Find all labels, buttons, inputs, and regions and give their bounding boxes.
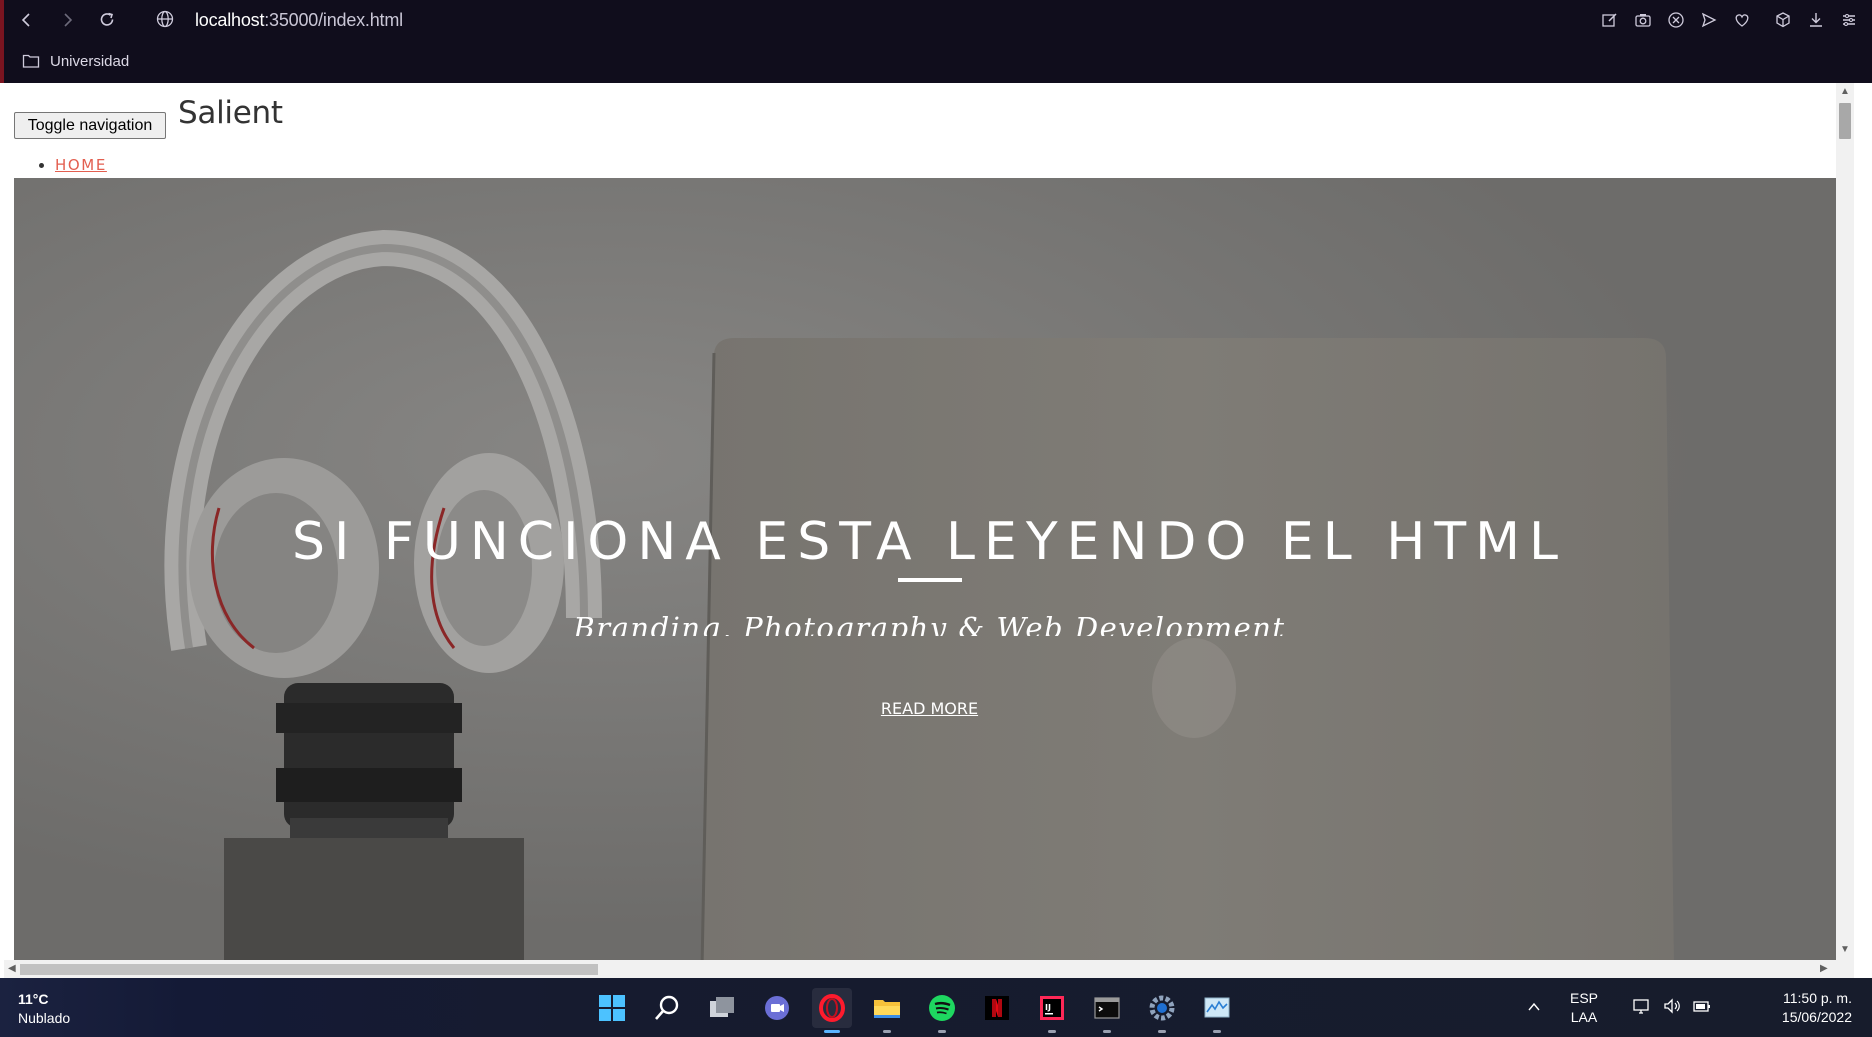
battery-icon[interactable] [1692,996,1712,1016]
nav-item-home: HOME [39,153,107,178]
scroll-right-icon[interactable]: ▶ [1820,964,1830,974]
download-icon[interactable] [1804,8,1827,32]
address-bar[interactable]: localhost:35000/index.html [195,8,403,32]
reload-icon[interactable] [95,8,119,32]
vertical-scrollbar[interactable]: ▲ ▼ [1836,83,1854,978]
folder-icon [22,54,40,68]
horizontal-scroll-thumb[interactable] [20,964,598,975]
nav-link-home[interactable]: HOME [55,156,107,174]
read-more-wrap: READ MORE [14,699,1845,719]
hero-subtitle-clip: Branding, Photography & Web Development [14,606,1845,636]
globe-icon [156,10,174,28]
language-indicator[interactable]: ESP LAA [1570,989,1598,1027]
toggle-navigation-button[interactable]: Toggle navigation [14,112,166,139]
clock[interactable]: 11:50 p. m. 15/06/2022 [1772,989,1852,1027]
hero-title: SI FUNCIONA ESTA LEYENDO EL HTML [292,512,1567,572]
running-indicator [1213,1030,1221,1033]
url-host: localhost [195,10,265,30]
back-icon[interactable] [15,8,39,32]
bookmark-universidad[interactable]: Universidad [22,50,129,72]
lang-layout: LAA [1570,1009,1598,1025]
search-icon[interactable] [647,988,687,1028]
chevron-up-icon[interactable] [1527,1000,1541,1014]
horizontal-scrollbar[interactable]: ◀ ▶ [4,960,1854,978]
camera-icon[interactable] [1631,8,1654,32]
netflix-icon[interactable] [977,988,1017,1028]
taskbar-apps: IJ [592,988,1237,1033]
clock-date: 15/06/2022 [1781,1009,1852,1025]
scroll-left-icon[interactable]: ◀ [8,964,18,974]
scroll-up-icon[interactable]: ▲ [1840,87,1850,97]
hero-subtitle: Branding, Photography & Web Development [573,611,1286,636]
clock-time: 11:50 p. m. [1782,990,1852,1006]
cube-icon[interactable] [1771,8,1794,32]
running-indicator [938,1030,946,1033]
browser-toolbar [1598,8,1860,32]
windows-start-icon[interactable] [592,988,632,1028]
browser-chrome: localhost:35000/index.html Universidad [0,0,1872,83]
weather-desc: Nublado [18,1010,71,1026]
resource-monitor-icon[interactable] [1197,988,1237,1033]
active-indicator [824,1030,840,1033]
running-indicator [1103,1030,1111,1033]
forward-icon[interactable] [55,8,79,32]
settings-icon[interactable] [1142,988,1182,1033]
opera-icon[interactable] [812,988,852,1033]
system-icons[interactable] [1632,996,1712,1016]
terminal-icon[interactable] [1087,988,1127,1033]
taskbar: 11°C Nublado IJ ESP LAA 11:50 p. m. 15/0… [0,978,1872,1037]
read-more-link[interactable]: READ MORE [881,699,978,718]
vertical-scroll-thumb[interactable] [1839,103,1851,139]
weather-widget[interactable]: 11°C Nublado [18,990,70,1028]
running-indicator [1158,1030,1166,1033]
task-view-icon[interactable] [702,988,742,1028]
snapshot-edit-icon[interactable] [1598,8,1621,32]
spotify-icon[interactable] [922,988,962,1033]
send-icon[interactable] [1697,8,1720,32]
heart-icon[interactable] [1730,8,1753,32]
network-icon[interactable] [1632,996,1652,1016]
url-path: :35000/index.html [264,10,403,30]
running-indicator [1048,1030,1056,1033]
hero-divider [898,578,962,582]
lang-code: ESP [1570,990,1599,1006]
teams-chat-icon[interactable] [757,988,797,1028]
nav-list: HOME [39,153,107,178]
weather-temp: 11°C [18,991,49,1007]
bookmark-label: Universidad [50,52,130,70]
volume-icon[interactable] [1662,996,1682,1016]
hero-banner: SI FUNCIONA ESTA LEYENDO EL HTML Brandin… [14,178,1845,968]
intellij-icon[interactable]: IJ [1032,988,1072,1033]
window-edge [0,0,4,83]
close-circle-icon[interactable] [1664,8,1687,32]
menu-icon[interactable] [1837,8,1860,32]
running-indicator [883,1030,891,1033]
page-viewport: Toggle navigation Salient HOME SI FUNCIO… [4,83,1854,978]
brand-title[interactable]: Salient [178,95,283,131]
svg-text:IJ: IJ [1045,1003,1051,1012]
scroll-down-icon[interactable]: ▼ [1840,945,1850,955]
file-explorer-icon[interactable] [867,988,907,1033]
